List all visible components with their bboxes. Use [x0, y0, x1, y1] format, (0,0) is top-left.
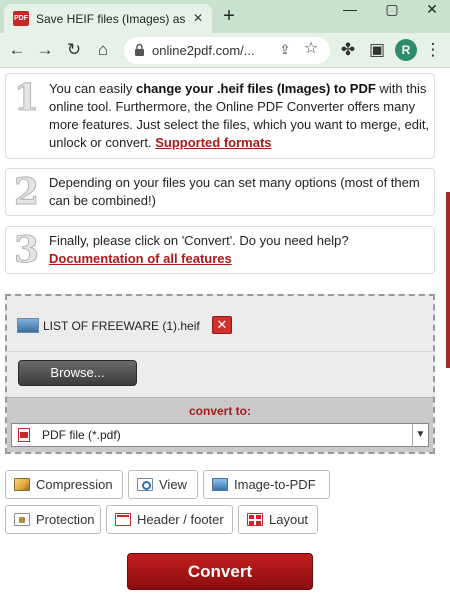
image-to-pdf-label: Image-to-PDF	[234, 477, 316, 492]
profile-avatar[interactable]: R	[395, 39, 417, 61]
supported-formats-link[interactable]: Supported formats	[155, 135, 271, 150]
pdf-favicon-icon: PDF	[13, 11, 29, 26]
chevron-down-icon[interactable]: ▼	[412, 424, 428, 446]
compression-button[interactable]: Compression	[5, 470, 123, 499]
step-1-text: You can easily change your .heif files (…	[49, 80, 431, 152]
step-3-box: 3 Finally, please click on 'Convert'. Do…	[5, 226, 435, 274]
layout-label: Layout	[269, 512, 309, 527]
convert-to-label: convert to:	[188, 404, 251, 418]
close-tab-icon[interactable]: ✕	[190, 10, 206, 26]
minimize-window-button[interactable]: —	[330, 0, 370, 28]
tab-title: Save HEIF files (Images) as PDF	[36, 12, 186, 26]
extensions-puzzle-icon[interactable]: ✤	[337, 39, 359, 61]
menu-kebab-icon[interactable]: ⋮	[422, 39, 444, 61]
file-name: LIST OF FREEWARE (1).heif	[43, 319, 200, 333]
new-tab-button[interactable]: +	[219, 6, 239, 26]
file-row: LIST OF FREEWARE (1).heif ✕	[7, 296, 433, 352]
view-button[interactable]: View	[128, 470, 198, 499]
protection-label: Protection	[36, 512, 95, 527]
step-1-text-bold: change your .heif files (Images) to PDF	[135, 81, 376, 96]
browser-toolbar: ← → ↻ ⌂ online2pdf.com/... ⇪ ☆ ✤ ▣ ⋮	[0, 33, 450, 68]
step-1-text-start: You can easily	[49, 81, 136, 96]
pdf-file-icon	[18, 428, 30, 442]
header-footer-button[interactable]: Header / footer	[106, 505, 233, 534]
page-scroll-accent	[446, 192, 450, 368]
forward-arrow-icon[interactable]: →	[34, 39, 56, 61]
back-arrow-icon[interactable]: ←	[6, 39, 28, 61]
step-2-box: 2 Depending on your files you can set ma…	[5, 168, 435, 216]
compression-icon	[14, 478, 30, 491]
step-1-number: 1	[13, 77, 40, 119]
side-panel-icon[interactable]: ▣	[366, 39, 388, 61]
header-footer-icon	[115, 513, 131, 526]
image-icon	[212, 478, 228, 491]
remove-file-icon[interactable]: ✕	[212, 316, 232, 334]
layout-icon	[247, 513, 263, 526]
convert-button[interactable]: Convert	[127, 553, 313, 590]
browse-button[interactable]: Browse...	[18, 360, 137, 386]
step-3-number: 3	[13, 229, 40, 271]
image-file-icon	[17, 318, 39, 333]
image-to-pdf-button[interactable]: Image-to-PDF	[203, 470, 330, 499]
maximize-window-button[interactable]: ▢	[372, 0, 412, 28]
home-icon[interactable]: ⌂	[92, 39, 114, 61]
step-2-text: Depending on your files you can set many…	[49, 175, 420, 208]
lock-icon	[135, 43, 144, 56]
address-bar[interactable]: online2pdf.com/... ⇪ ☆	[124, 37, 330, 64]
close-window-button[interactable]: ✕	[412, 0, 450, 28]
share-icon[interactable]: ⇪	[276, 41, 294, 59]
step-3-text-main: Finally, please click on 'Convert'. Do y…	[49, 233, 349, 248]
step-2-number: 2	[13, 171, 40, 213]
lock-icon	[14, 513, 30, 526]
browser-tab[interactable]: PDF Save HEIF files (Images) as PDF ✕	[4, 4, 212, 33]
protection-button[interactable]: Protection	[5, 505, 101, 534]
view-icon	[137, 478, 153, 491]
tab-strip: PDF Save HEIF files (Images) as PDF ✕ + …	[0, 0, 450, 33]
compression-label: Compression	[36, 477, 113, 492]
step-1-box: 1 You can easily change your .heif files…	[5, 73, 435, 159]
convert-to-panel: convert to: PDF file (*.pdf) ▼	[7, 397, 433, 452]
bookmark-star-icon[interactable]: ☆	[302, 40, 320, 58]
url-text: online2pdf.com/...	[152, 43, 255, 58]
view-label: View	[159, 477, 187, 492]
output-format-value: PDF file (*.pdf)	[42, 428, 121, 442]
documentation-link[interactable]: Documentation of all features	[49, 251, 232, 266]
output-format-select[interactable]: PDF file (*.pdf) ▼	[11, 423, 429, 447]
file-upload-area: LIST OF FREEWARE (1).heif ✕ Browse... co…	[5, 294, 435, 454]
reload-icon[interactable]: ↻	[63, 39, 85, 61]
layout-button[interactable]: Layout	[238, 505, 318, 534]
header-footer-label: Header / footer	[137, 512, 224, 527]
step-3-text: Finally, please click on 'Convert'. Do y…	[49, 232, 431, 268]
